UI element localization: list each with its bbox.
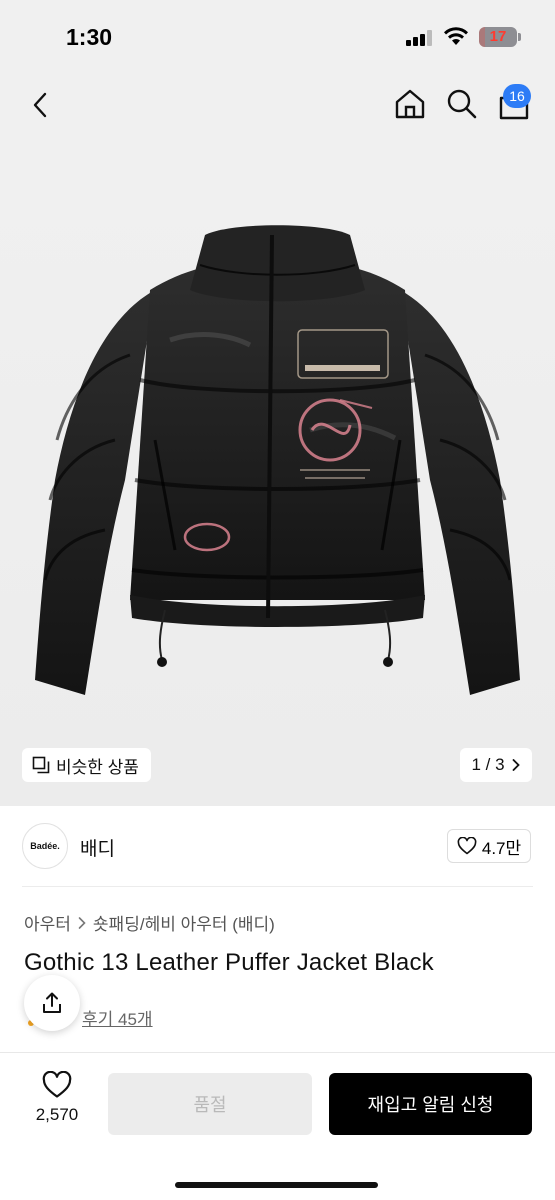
category-breadcrumb: 아우터 숏패딩/헤비 아우터 (배디)	[24, 910, 275, 935]
product-photo-leather-puffer-jacket	[35, 225, 520, 695]
home-indicator[interactable]	[175, 1182, 378, 1188]
breadcrumb-item-outer[interactable]: 아우터	[24, 910, 71, 935]
chevron-right-icon	[512, 759, 520, 771]
cart-count-badge: 16	[503, 84, 531, 108]
heart-icon	[457, 837, 477, 855]
brand-logo[interactable]: Badée.	[22, 823, 68, 869]
image-pager[interactable]: 1 / 3	[460, 748, 532, 782]
brand-like-button[interactable]: 4.7만	[447, 829, 531, 863]
wishlist-button[interactable]: 2,570	[22, 1071, 92, 1137]
back-button[interactable]	[26, 88, 56, 122]
cellular-signal-icon	[406, 30, 432, 46]
restock-alert-button[interactable]: 재입고 알림 신청	[329, 1073, 532, 1135]
top-navigation-bar	[0, 70, 555, 140]
share-button[interactable]	[24, 975, 80, 1031]
reviews-link[interactable]: 후기 45개	[82, 1005, 153, 1030]
search-button[interactable]	[444, 86, 480, 122]
status-bar: 1:30 17	[0, 0, 555, 70]
home-button[interactable]	[392, 86, 428, 122]
brand-logo-text: Badée.	[30, 841, 60, 851]
battery-icon: 17	[479, 27, 517, 47]
battery-percentage: 17	[489, 28, 507, 45]
page-indicator: 1 / 3	[471, 755, 505, 774]
similar-products-label: 비슷한 상품	[56, 757, 139, 777]
heart-icon	[42, 1071, 72, 1098]
chevron-left-icon	[33, 92, 47, 118]
similar-products-button[interactable]: 비슷한 상품	[22, 748, 151, 782]
share-icon	[43, 992, 61, 1013]
battery-cap	[518, 33, 521, 41]
similar-items-icon	[32, 756, 50, 774]
home-icon	[395, 89, 425, 119]
wishlist-count: 2,570	[35, 1105, 79, 1124]
product-image-gallery[interactable]: 비슷한 상품 1 / 3	[0, 140, 555, 806]
product-title: Gothic 13 Leather Puffer Jacket Black	[24, 949, 434, 976]
sold-out-button: 품절	[108, 1073, 312, 1135]
bottom-action-bar: 2,570 품절 재입고 알림 신청	[0, 1052, 555, 1200]
search-icon	[447, 89, 477, 119]
brand-name[interactable]: 배디	[80, 834, 115, 861]
brand-like-count: 4.7만	[481, 838, 522, 858]
status-time: 1:30	[66, 24, 113, 50]
wifi-icon	[444, 27, 468, 45]
section-divider	[22, 886, 533, 887]
chevron-right-icon	[78, 916, 86, 929]
breadcrumb-item-padding[interactable]: 숏패딩/헤비 아우터 (배디)	[93, 910, 275, 935]
